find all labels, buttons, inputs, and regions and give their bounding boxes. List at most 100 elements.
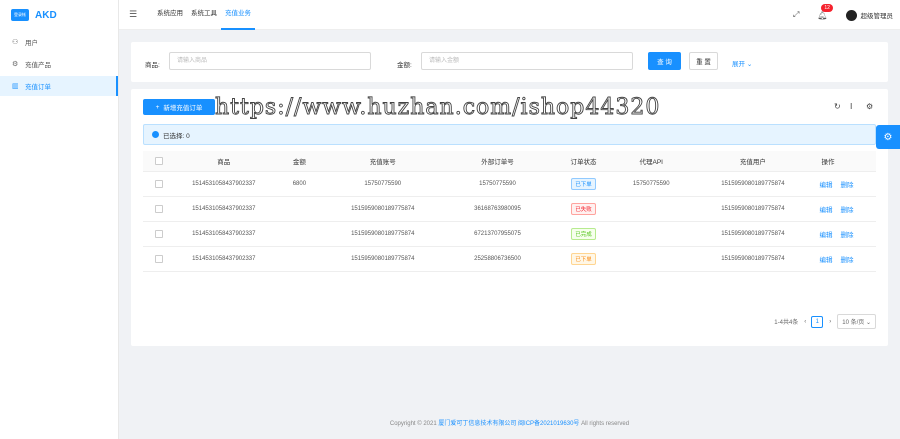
row-checkbox[interactable] [154, 229, 163, 238]
row-select-cell [143, 171, 175, 197]
menu-fold-icon[interactable]: ☰ [129, 9, 139, 20]
orders-table: 商品 金额 充值账号 外部订单号 订单状态 代理API 充值用户 操作 1514… [143, 151, 876, 272]
status-badge: 已下单 [571, 252, 596, 265]
edit-link[interactable]: 编辑 [819, 182, 832, 189]
sidebar-item-recharge-order[interactable]: ▥ 充值订单 [0, 76, 118, 96]
cell-status: 已下单 [554, 171, 613, 197]
settings-drawer-button[interactable]: ⚙ [876, 125, 900, 149]
bell-icon[interactable]: 🔔︎ 12 [817, 3, 833, 20]
row-select-cell [143, 196, 175, 222]
cell-account: 1515959080189775874 [325, 246, 441, 272]
query-button[interactable]: 查 询 [648, 52, 681, 70]
search-form: 商品: 请输入商品 金额: 请输入金额 查 询 重 置 展开 ⌄ [131, 42, 888, 82]
cell-ext-order: 15750775590 [440, 171, 555, 197]
product-label: 商品: [145, 62, 160, 69]
logo-mark: 登录帐 [11, 9, 29, 21]
notification-badge: 12 [821, 3, 833, 12]
fullscreen-icon[interactable]: ⤢ [793, 10, 799, 20]
tab-recharge-business[interactable]: 充值业务 [221, 0, 255, 30]
user-name[interactable]: 超级管理员 [861, 10, 894, 20]
table-card: + 新增充值订单 ↻ Ⅰ ⚙ 已选择: 0 商品 金额 充值账号 外部订单号 订… [131, 89, 888, 346]
main-content: 商品: 请输入商品 金额: 请输入金额 查 询 重 置 展开 ⌄ + 新增充值订… [119, 30, 900, 439]
sidebar-item-label: 充值订单 [25, 84, 51, 91]
cell-amount [273, 246, 326, 272]
reset-button[interactable]: 重 置 [689, 52, 718, 70]
tab-system-apps[interactable]: 系统应用 [153, 0, 187, 30]
plus-icon: + [155, 103, 160, 111]
chevron-down-icon: ⌄ [865, 320, 871, 326]
logo-text: AKD [35, 9, 57, 21]
avatar[interactable] [845, 9, 857, 21]
page-number[interactable]: 1 [811, 315, 824, 328]
delete-link[interactable]: 删除 [840, 232, 853, 239]
sidebar: 登录帐 AKD ⚇ 用户 ⚙ 充值产品 ▥ 充值订单 [0, 0, 119, 439]
select-all-checkbox[interactable] [154, 156, 163, 165]
watermark: https://www.huzhan.com/ishop44320 [215, 95, 661, 121]
cell-user: 1515959080189775874 [690, 196, 816, 222]
expand-link[interactable]: 展开 ⌄ [732, 58, 752, 68]
user-icon: ⚇ [12, 39, 19, 46]
delete-link[interactable]: 删除 [840, 182, 853, 189]
product-input[interactable]: 请输入商品 [169, 52, 371, 70]
cell-ext-order: 25258806736500 [440, 246, 555, 272]
row-select-cell [143, 221, 175, 247]
next-page-icon[interactable]: › [829, 319, 831, 325]
tab-system-tools[interactable]: 系统工具 [187, 0, 221, 30]
logo[interactable]: 登录帐 AKD [0, 0, 118, 30]
col-status: 订单状态 [554, 151, 613, 172]
cell-ext-order: 67213707955075 [440, 221, 555, 247]
cell-account: 1515959080189775874 [325, 196, 441, 222]
add-order-button[interactable]: + 新增充值订单 [143, 99, 215, 115]
top-tabs: 系统应用 系统工具 充值业务 [153, 0, 255, 30]
cell-user: 1515959080189775874 [690, 246, 816, 272]
status-badge: 已完成 [571, 227, 596, 240]
col-user: 充值用户 [690, 151, 816, 172]
top-header: ☰ 系统应用 系统工具 充值业务 ⤢ 🔔︎ 12 超级管理员 [119, 0, 900, 30]
table-row: 1514531058437902337 1515959080189775874 … [143, 246, 876, 272]
sidebar-item-recharge-product[interactable]: ⚙ 充值产品 [0, 54, 118, 74]
selection-alert: 已选择: 0 [143, 124, 876, 145]
status-badge: 已下单 [571, 177, 596, 190]
prev-page-icon[interactable]: ‹ [804, 319, 806, 325]
row-select-cell [143, 246, 175, 272]
cell-status: 已下单 [554, 246, 613, 272]
amount-input[interactable]: 请输入金额 [421, 52, 633, 70]
delete-link[interactable]: 删除 [840, 257, 853, 264]
cell-api [612, 221, 691, 247]
edit-link[interactable]: 编辑 [819, 232, 832, 239]
cell-actions: 编辑 删除 [815, 171, 876, 197]
cell-actions: 编辑 删除 [815, 246, 876, 272]
rights-text: All rights reserved [581, 421, 630, 427]
cell-account: 15750775590 [325, 171, 441, 197]
edit-link[interactable]: 编辑 [819, 257, 832, 264]
expand-link-label: 展开 [732, 61, 745, 68]
selected-count: 已选择: 0 [163, 132, 190, 140]
density-icon[interactable]: Ⅰ [850, 102, 852, 111]
cell-actions: 编辑 删除 [815, 196, 876, 222]
pagination: 1-4共4条 ‹ 1 › 10 条/页 ⌄ [774, 314, 876, 329]
col-api: 代理API [612, 151, 691, 172]
sidebar-item-label: 充值产品 [25, 62, 51, 69]
cell-amount [273, 196, 326, 222]
row-checkbox[interactable] [154, 204, 163, 213]
table-row: 1514531058437902337 1515959080189775874 … [143, 221, 876, 247]
col-actions: 操作 [815, 151, 876, 172]
cell-user: 1515959080189775874 [690, 171, 816, 197]
cell-api [612, 196, 691, 222]
row-checkbox[interactable] [154, 179, 163, 188]
reload-icon[interactable]: ↻ [834, 102, 841, 111]
settings-icon[interactable]: ⚙ [866, 102, 873, 111]
company-link[interactable]: 厦门爱可丁信息技术有限公司 [438, 421, 516, 427]
info-icon [152, 131, 159, 138]
icp-link[interactable]: 闽ICP备2021019630号 [518, 421, 579, 427]
sidebar-item-label: 用户 [25, 40, 38, 47]
delete-link[interactable]: 删除 [840, 207, 853, 214]
pagination-summary: 1-4共4条 [774, 320, 799, 326]
sidebar-item-user[interactable]: ⚇ 用户 [0, 32, 118, 52]
order-icon: ▥ [12, 83, 19, 90]
edit-link[interactable]: 编辑 [819, 207, 832, 214]
cell-account: 1515959080189775874 [325, 221, 441, 247]
page-size-select[interactable]: 10 条/页 ⌄ [837, 314, 876, 329]
col-product: 商品 [174, 151, 274, 172]
row-checkbox[interactable] [154, 254, 163, 263]
